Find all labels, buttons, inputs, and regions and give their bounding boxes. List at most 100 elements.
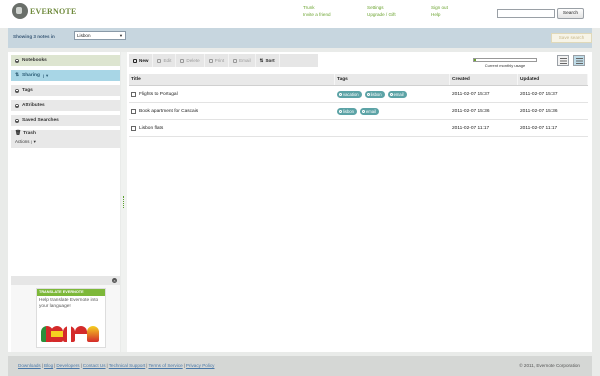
flags-illustration (41, 326, 101, 344)
tag-icon (361, 109, 365, 113)
note-checkbox[interactable] (131, 91, 136, 97)
sidebar-item-label: Saved Searches (22, 118, 59, 123)
expand-icon (15, 88, 19, 93)
trash-icon: 🗑 (15, 131, 22, 136)
logo[interactable]: EVERNOTE (12, 3, 77, 19)
close-icon[interactable]: × (112, 278, 117, 283)
column-header-created[interactable]: Created (450, 74, 518, 85)
footer-link[interactable]: Privacy Policy (186, 363, 215, 368)
list-view-button[interactable] (573, 55, 585, 66)
sidebar: Notebooks ⇅ Sharing | ▼ Tags Attributes … (11, 55, 120, 148)
chevron-down-icon[interactable]: | ▼ (43, 70, 49, 81)
invite-friend-link[interactable]: Invite a friend (303, 11, 331, 18)
expand-icon (15, 118, 19, 123)
note-title: Book apartment for Cascais (139, 108, 199, 114)
new-note-button[interactable]: New (129, 54, 154, 67)
sidebar-item-notebooks[interactable]: Notebooks (11, 55, 120, 66)
note-title-cell[interactable]: Flights to Portugal (129, 86, 335, 102)
delete-label: Delete (186, 58, 200, 63)
notebook-select[interactable]: Lisbon ▼ (74, 31, 126, 40)
note-updated-cell: 2011-02-07 11:17 (520, 125, 558, 131)
actions-label: Actions (15, 139, 30, 144)
delete-button[interactable]: Delete (176, 54, 205, 67)
note-tags-cell: vacation lisbon email (335, 86, 450, 102)
column-header-title[interactable]: Title (129, 74, 335, 85)
footer: Downloads|Blog|Developers|Contact Us|Tec… (8, 356, 592, 376)
translate-ad-title: TRANSLATE EVERNOTE (37, 289, 105, 296)
note-title: Flights to Portugal (139, 91, 178, 97)
edit-button[interactable]: Edit (153, 54, 177, 67)
table-row[interactable]: Lisbon flats 2011-02-07 11:17 2011-02-07 1… (129, 120, 588, 137)
sidebar-item-label: Notebooks (22, 58, 47, 63)
footer-links: Downloads|Blog|Developers|Contact Us|Tec… (18, 363, 214, 368)
snippet-view-button[interactable] (557, 55, 569, 66)
usage-bar-fill (474, 59, 476, 61)
column-header-updated[interactable]: Updated (518, 74, 588, 85)
edit-label: Edit (163, 58, 172, 63)
monthly-usage: Current monthly usage (473, 58, 537, 68)
sidebar-item-tags[interactable]: Tags (11, 85, 120, 96)
search-button[interactable]: Search (557, 8, 584, 19)
tag-pill[interactable]: lisbon (337, 107, 357, 115)
sharing-icon: ⇅ (15, 73, 20, 78)
footer-link[interactable]: Developers (56, 363, 79, 368)
footer-link[interactable]: Terms of Service (148, 363, 182, 368)
evernote-elephant-icon (12, 3, 28, 19)
table-row[interactable]: Book apartment for Cascais lisbon email 201… (129, 103, 588, 120)
translate-ad-body: Help translate Evernote into your langua… (39, 297, 99, 309)
help-link[interactable]: Help (431, 11, 448, 18)
save-search-button[interactable]: Save search (551, 33, 592, 43)
upgrade-gift-link[interactable]: Upgrade / Gift (367, 11, 396, 18)
sidebar-item-sharing[interactable]: ⇅ Sharing | ▼ (11, 70, 120, 81)
trunk-link[interactable]: Trunk (303, 4, 331, 11)
table-row[interactable]: Flights to Portugal vacation lisbon email 20… (129, 86, 588, 103)
translate-ad[interactable]: TRANSLATE EVERNOTE Help translate Everno… (36, 288, 106, 348)
tag-label: lisbon (343, 108, 354, 114)
note-created-cell: 2011-02-07 15:37 (452, 91, 490, 97)
print-label: Print (214, 58, 225, 63)
sidebar-item-attributes[interactable]: Attributes (11, 100, 120, 111)
sidebar-item-label: Tags (22, 88, 33, 93)
tag-pill[interactable]: vacation (337, 90, 362, 98)
search-input[interactable] (497, 9, 555, 18)
edit-icon (157, 58, 162, 63)
header-links-col2: Settings Upgrade / Gift (367, 4, 396, 18)
note-checkbox[interactable] (131, 125, 136, 131)
tag-label: email (365, 108, 376, 114)
sort-button[interactable]: ⇅ Sort (256, 54, 280, 67)
note-tags-cell (335, 120, 450, 136)
footer-link[interactable]: Contact Us (83, 363, 106, 368)
note-title-cell[interactable]: Book apartment for Cascais (129, 103, 335, 119)
note-title-cell[interactable]: Lisbon flats (129, 120, 335, 136)
note-checkbox[interactable] (131, 108, 136, 114)
trash-actions[interactable]: Actions | ▼ (15, 138, 120, 146)
sidebar-item-saved-searches[interactable]: Saved Searches (11, 115, 120, 126)
tag-icon (389, 92, 393, 96)
note-updated-cell: 2011-02-07 15:37 (520, 91, 558, 97)
tag-pill[interactable]: email (359, 107, 379, 115)
delete-icon (180, 58, 185, 63)
note-updated-cell: 2011-02-07 15:36 (520, 108, 558, 114)
usage-label: Current monthly usage (484, 63, 526, 68)
tag-pill[interactable]: lisbon (364, 90, 385, 98)
showing-text: Showing 3 notes in (13, 34, 55, 39)
tag-pill[interactable]: email (387, 90, 407, 98)
email-button[interactable]: Email (229, 54, 256, 67)
trash-label: Trash (23, 131, 36, 136)
flag-icon (63, 326, 75, 342)
settings-link[interactable]: Settings (367, 4, 396, 11)
drag-handle-icon[interactable] (123, 196, 125, 208)
footer-link[interactable]: Technical Support (109, 363, 146, 368)
new-note-label: New (139, 58, 149, 63)
footer-link[interactable]: Blog (44, 363, 53, 368)
sidebar-item-trash[interactable]: 🗑 Trash Actions | ▼ (11, 130, 120, 148)
column-header-tags[interactable]: Tags (335, 74, 450, 85)
sign-out-link[interactable]: Sign out (431, 4, 448, 11)
email-icon (233, 58, 238, 63)
notebook-select-value: Lisbon (77, 33, 91, 38)
usage-bar (473, 58, 537, 62)
print-button[interactable]: Print (205, 54, 230, 67)
footer-link[interactable]: Downloads (18, 363, 41, 368)
email-label: Email (239, 58, 251, 63)
expand-icon (15, 103, 19, 108)
